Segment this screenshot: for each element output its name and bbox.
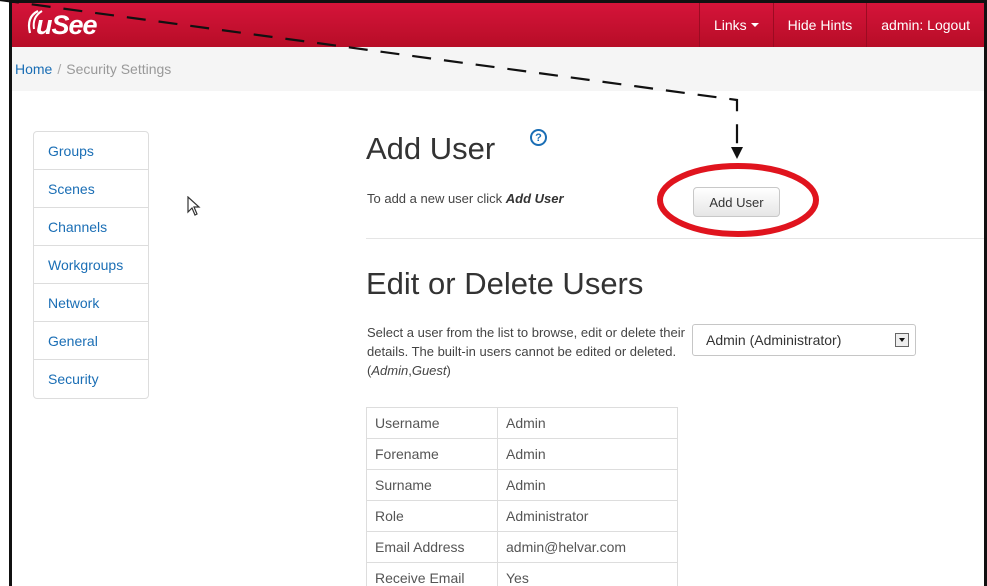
section-divider [366, 238, 984, 239]
builtin-user-admin: Admin [371, 363, 409, 378]
field-value: Yes [497, 562, 678, 586]
sidebar-item-general[interactable]: General [34, 322, 148, 360]
selected-user: Admin (Administrator) [706, 332, 842, 348]
field-label: Receive Email [366, 562, 498, 586]
edit-users-heading: Edit or Delete Users [366, 266, 644, 301]
table-row: Username Admin [366, 407, 678, 439]
sidebar-item-groups[interactable]: Groups [34, 132, 148, 170]
add-user-heading: Add User [366, 131, 496, 166]
table-row: Receive Email Yes [366, 562, 678, 586]
table-row: Forename Admin [366, 438, 678, 470]
hide-hints-link[interactable]: Hide Hints [772, 3, 867, 47]
table-row: Email Address admin@helvar.com [366, 531, 678, 563]
breadcrumb: Home / Security Settings [12, 47, 984, 91]
field-value: Admin [497, 438, 678, 470]
description-close: ) [446, 363, 451, 378]
add-user-instruction: To add a new user click Add User [367, 191, 564, 206]
sidebar-item-workgroups[interactable]: Workgroups [34, 246, 148, 284]
field-label: Surname [366, 469, 498, 501]
mouse-pointer-icon [187, 196, 201, 216]
builtin-user-guest: Guest [411, 363, 447, 378]
sidebar-item-network[interactable]: Network [34, 284, 148, 322]
links-dropdown[interactable]: Links [698, 3, 773, 47]
table-row: Role Administrator [366, 500, 678, 532]
field-label: Role [366, 500, 498, 532]
breadcrumb-home[interactable]: Home [15, 61, 52, 77]
add-user-button[interactable]: Add User [693, 187, 780, 217]
breadcrumb-separator: / [57, 61, 62, 77]
table-row: Surname Admin [366, 469, 678, 501]
logo-arcs-icon [27, 10, 43, 34]
help-icon[interactable]: ? [530, 129, 547, 146]
edit-users-description: Select a user from the list to browse, e… [367, 323, 687, 380]
field-label: Email Address [366, 531, 498, 563]
field-value: Admin [497, 407, 678, 439]
dropdown-arrow-icon[interactable] [895, 333, 909, 347]
field-label: Forename [366, 438, 498, 470]
instruction-text: To add a new user click [367, 191, 506, 206]
app-window: uSee Links Hide Hints admin: Logout Home… [9, 0, 987, 586]
field-value: admin@helvar.com [497, 531, 678, 563]
top-navbar: uSee Links Hide Hints admin: Logout [12, 3, 984, 47]
user-details-table: Username Admin Forename Admin Surname Admin… [366, 407, 678, 586]
settings-sidebar: Groups Scenes Channels Workgroups Networ… [33, 131, 149, 399]
sidebar-item-channels[interactable]: Channels [34, 208, 148, 246]
logout-label: admin: Logout [881, 17, 970, 33]
instruction-emphasis: Add User [505, 191, 564, 206]
navbar-right: Links Hide Hints admin: Logout [698, 3, 984, 47]
user-select[interactable]: Admin (Administrator) [692, 324, 916, 356]
sidebar-item-scenes[interactable]: Scenes [34, 170, 148, 208]
sidebar-item-security[interactable]: Security [34, 360, 148, 398]
field-value: Admin [497, 469, 678, 501]
field-value: Administrator [497, 500, 678, 532]
logout-link[interactable]: admin: Logout [866, 3, 984, 47]
hide-hints-label: Hide Hints [787, 17, 853, 33]
brand-text: uSee [36, 9, 98, 40]
brand-logo[interactable]: uSee [26, 7, 98, 43]
field-label: Username [366, 407, 498, 439]
links-label: Links [713, 17, 747, 33]
breadcrumb-current: Security Settings [66, 61, 172, 77]
caret-down-icon [750, 23, 759, 27]
